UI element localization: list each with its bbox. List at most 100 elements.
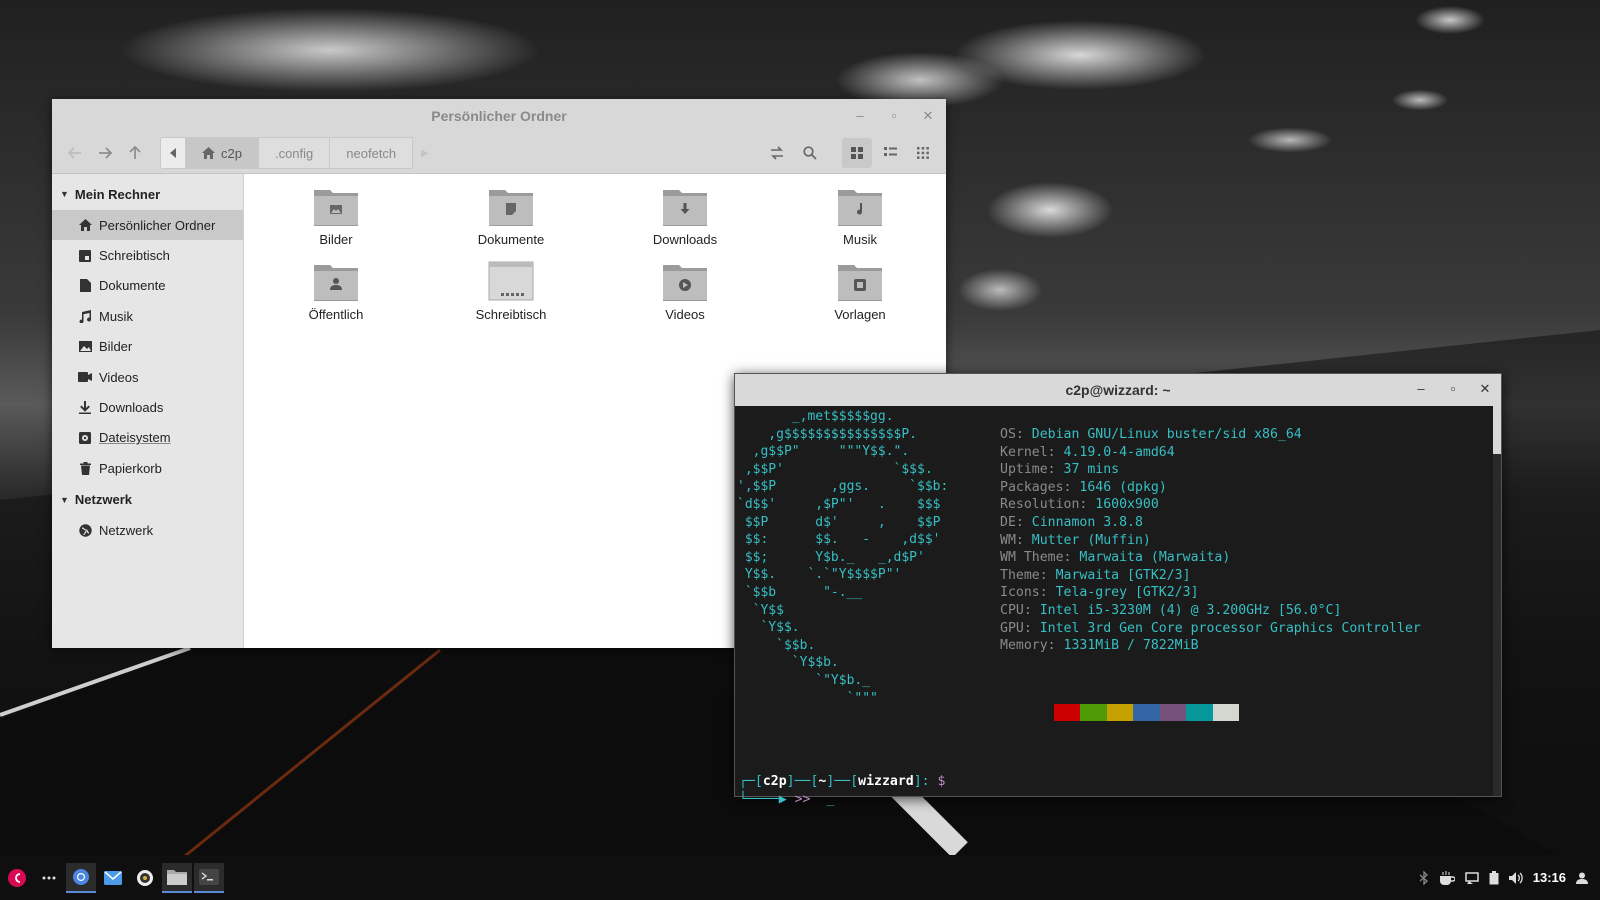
- sidebar-item-pictures[interactable]: Bilder: [52, 332, 243, 362]
- terminal-scrollbar[interactable]: [1493, 406, 1501, 796]
- sidebar-item-label: Persönlicher Ordner: [99, 217, 216, 233]
- sidebar-item-network[interactable]: Netzwerk: [52, 516, 243, 546]
- sidebar-item-music[interactable]: Musik: [52, 301, 243, 331]
- folder-icon: [167, 869, 187, 885]
- folder-label: Dokumente: [477, 232, 545, 247]
- sidebar-item-home[interactable]: Persönlicher Ordner: [52, 210, 243, 241]
- volume-icon[interactable]: [1508, 871, 1523, 884]
- back-button[interactable]: [60, 138, 90, 168]
- breadcrumb-toggle[interactable]: [160, 137, 186, 169]
- network-icon: [78, 524, 92, 538]
- info-resolution: Resolution: 1600x900: [1000, 497, 1159, 513]
- folder-label: Vorlagen: [834, 307, 886, 322]
- scrollbar-thumb[interactable]: [1493, 406, 1501, 454]
- expander-icon: ▼: [60, 189, 69, 199]
- breadcrumb-config[interactable]: .config: [258, 137, 331, 169]
- close-button[interactable]: ✕: [1475, 380, 1495, 398]
- color-palette: [1027, 704, 1239, 721]
- folder-vorlagen[interactable]: Vorlagen: [800, 261, 920, 322]
- sidebar-item-downloads[interactable]: Downloads: [52, 392, 243, 422]
- forward-button[interactable]: [90, 138, 120, 168]
- compact-view-button[interactable]: [908, 138, 938, 168]
- folder-musik[interactable]: Musik: [800, 186, 920, 247]
- list-view-button[interactable]: [875, 138, 905, 168]
- toggle-location-button[interactable]: [762, 138, 792, 168]
- folder-label: Schreibtisch: [475, 307, 547, 322]
- info-icons: Icons: Tela-grey [GTK2/3]: [1000, 585, 1199, 601]
- download-icon: [78, 401, 92, 415]
- battery-icon[interactable]: [1489, 870, 1499, 885]
- palette-swatch: [1186, 704, 1213, 721]
- terminal-titlebar[interactable]: c2p@wizzard: ~ – ▫ ✕: [735, 374, 1501, 406]
- user-icon[interactable]: [1576, 872, 1588, 884]
- chevron-right-icon[interactable]: ▶: [421, 148, 429, 159]
- folder-schreibtisch[interactable]: Schreibtisch: [451, 261, 571, 322]
- terminal-icon: [199, 868, 219, 885]
- folder-dokumente[interactable]: Dokumente: [451, 186, 571, 247]
- notifications-icon[interactable]: [1465, 871, 1479, 884]
- sidebar-item-label: Videos: [99, 369, 139, 385]
- info-memory: Memory: 1331MiB / 7822MiB: [1000, 638, 1199, 654]
- maximize-button[interactable]: ▫: [884, 107, 904, 125]
- sidebar-item-documents[interactable]: Dokumente: [52, 271, 243, 301]
- sidebar-item-desktop[interactable]: Schreibtisch: [52, 240, 243, 270]
- cursor: _: [826, 792, 835, 807]
- sidebar-item-label: Papierkorb: [99, 460, 162, 476]
- sidebar-item-videos[interactable]: Videos: [52, 362, 243, 392]
- taskbar-files[interactable]: [162, 862, 192, 893]
- menu-button[interactable]: [2, 863, 32, 893]
- icon-view-button[interactable]: [842, 138, 872, 168]
- folder-videos[interactable]: Videos: [625, 261, 745, 322]
- terminal-output[interactable]: _,met$$$$$gg. ,g$$$$$$$$$$$$$$$P. ,g$$P"…: [735, 406, 1501, 807]
- folder-label: Downloads: [652, 232, 718, 247]
- terminal-window: c2p@wizzard: ~ – ▫ ✕ _,met$$$$$gg. ,g$$$…: [734, 373, 1502, 807]
- file-manager-titlebar[interactable]: Persönlicher Ordner – ▫ ✕: [52, 99, 946, 133]
- clock[interactable]: 13:16: [1533, 870, 1566, 885]
- sidebar-item-filesystem[interactable]: Dateisystem: [52, 423, 243, 453]
- window-title: c2p@wizzard: ~: [1065, 382, 1171, 398]
- folder-downloads[interactable]: Downloads: [625, 186, 745, 247]
- minimize-button[interactable]: –: [1411, 380, 1431, 398]
- coffee-icon[interactable]: [1439, 870, 1455, 885]
- breadcrumb-neofetch[interactable]: neofetch: [330, 137, 414, 169]
- info-packages: Packages: 1646 (dpkg): [1000, 479, 1167, 495]
- folder-label: Musik: [843, 232, 877, 247]
- taskbar-mail[interactable]: [98, 863, 128, 893]
- breadcrumb-label: neofetch: [346, 145, 397, 161]
- templates-folder-icon: [838, 265, 882, 301]
- chevron-left-icon: [170, 148, 176, 158]
- taskbar: 13:16: [0, 855, 1600, 900]
- search-button[interactable]: [795, 138, 825, 168]
- close-button[interactable]: ✕: [918, 107, 938, 125]
- show-desktop-button[interactable]: [34, 863, 64, 893]
- taskbar-terminal[interactable]: [194, 862, 224, 893]
- taskbar-media-player[interactable]: [130, 863, 160, 893]
- home-icon: [202, 147, 215, 159]
- prompt-continuation: └────▶ >> _: [739, 792, 835, 807]
- bluetooth-icon[interactable]: [1419, 870, 1429, 885]
- sidebar-item-label: Netzwerk: [99, 523, 154, 539]
- taskbar-chromium[interactable]: [66, 862, 96, 893]
- sidebar-section-computer[interactable]: ▼ Mein Rechner: [52, 178, 243, 210]
- prompt-line: ┌─[c2p]──[~]──[wizzard]: $: [739, 774, 946, 789]
- minimize-button[interactable]: –: [850, 107, 870, 125]
- document-icon: [78, 279, 92, 293]
- media-player-icon: [137, 869, 153, 886]
- sidebar-item-trash[interactable]: Papierkorb: [52, 453, 243, 483]
- breadcrumb-home[interactable]: c2p: [186, 137, 259, 169]
- more-icon: [42, 876, 56, 879]
- info-de: DE: Cinnamon 3.8.8: [1000, 514, 1143, 530]
- list-icon: [883, 147, 897, 156]
- maximize-button[interactable]: ▫: [1443, 380, 1463, 398]
- folder-oeffentlich[interactable]: Öffentlich: [276, 261, 396, 322]
- up-button[interactable]: [120, 138, 150, 168]
- folder-label: Videos: [665, 307, 705, 322]
- folder-bilder[interactable]: Bilder: [276, 186, 396, 247]
- info-wm: WM: Mutter (Muffin): [1000, 532, 1151, 548]
- image-icon: [78, 340, 92, 354]
- palette-swatch: [1027, 704, 1054, 721]
- palette-swatch: [1053, 704, 1080, 721]
- sidebar-section-network[interactable]: ▼ Netzwerk: [52, 484, 243, 516]
- sidebar-item-label: Dateisystem: [99, 430, 171, 446]
- trash-icon: [78, 461, 92, 475]
